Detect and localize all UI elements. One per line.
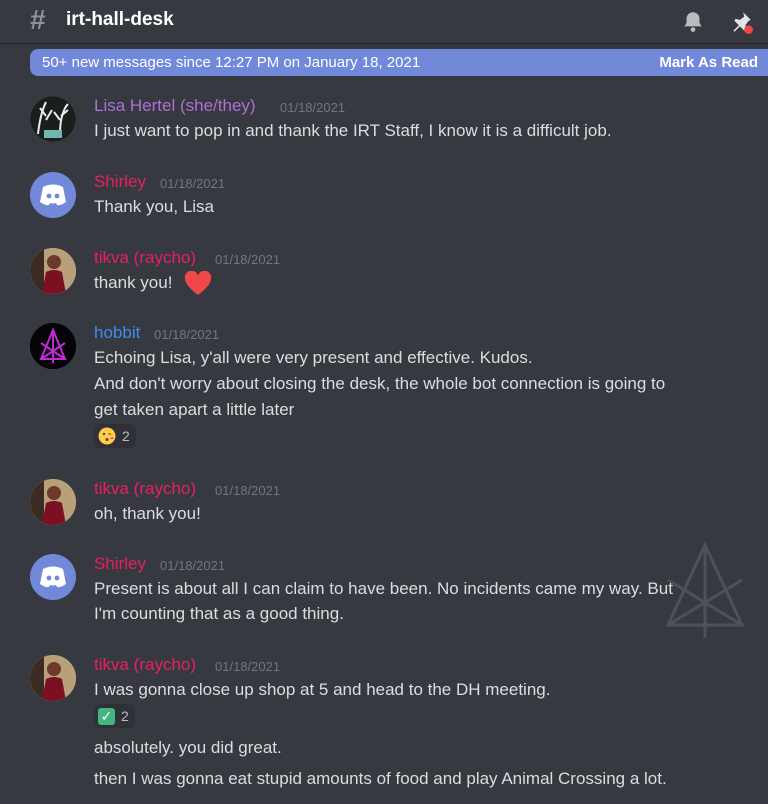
hash-icon: #: [30, 4, 46, 35]
author-name[interactable]: Shirley: [94, 172, 146, 192]
message-text: I was gonna close up shop at 5 and head …: [94, 680, 551, 699]
author-name[interactable]: tikva (raycho): [94, 479, 196, 499]
message-text: Present is about all I can claim to have…: [94, 579, 673, 598]
reaction-count: 2: [121, 708, 129, 724]
message-text: then I was gonna eat stupid amounts of f…: [94, 769, 667, 788]
avatar[interactable]: [30, 479, 76, 525]
timestamp: 01/18/2021: [160, 176, 226, 191]
discord-logo-avatar[interactable]: [30, 172, 76, 218]
kissing-face-emoji-icon: [98, 427, 116, 445]
author-name[interactable]: hobbit: [94, 323, 140, 343]
check-mark-emoji-icon: ✓: [98, 707, 115, 725]
banner-text: 50+ new messages since 12:27 PM on Janua…: [42, 54, 421, 71]
message-text: And don't worry about closing the desk, …: [94, 374, 666, 393]
channel-header: # irt-hall-desk: [0, 0, 768, 44]
message-text: get taken apart a little later: [94, 400, 295, 419]
author-name[interactable]: tikva (raycho): [94, 248, 196, 268]
timestamp: 01/18/2021: [215, 252, 281, 267]
timestamp: 01/18/2021: [160, 558, 226, 573]
watermark-logo-icon: [665, 541, 745, 638]
author-name[interactable]: Shirley: [94, 554, 146, 574]
message-text: absolutely. you did great.: [94, 738, 282, 757]
avatar[interactable]: [30, 323, 76, 369]
pin-icon[interactable]: [728, 9, 754, 35]
channel-name: irt-hall-desk: [66, 9, 174, 30]
avatar[interactable]: [30, 655, 76, 701]
message-text: I just want to pop in and thank the IRT …: [94, 121, 612, 140]
discord-logo-avatar[interactable]: [30, 554, 76, 600]
message-text: thank you!: [94, 273, 173, 292]
message-text: I'm counting that as a good thing.: [94, 604, 344, 623]
timestamp: 01/18/2021: [215, 483, 281, 498]
avatar[interactable]: [30, 96, 76, 142]
new-messages-banner[interactable]: 50+ new messages since 12:27 PM on Janua…: [30, 49, 768, 76]
timestamp: 01/18/2021: [154, 327, 220, 342]
message-text: Thank you, Lisa: [94, 197, 215, 216]
author-name[interactable]: Lisa Hertel (she/they): [94, 96, 256, 116]
author-name[interactable]: tikva (raycho): [94, 655, 196, 675]
timestamp: 01/18/2021: [215, 659, 281, 674]
reaction-button[interactable]: 2: [94, 424, 136, 448]
avatar[interactable]: [30, 248, 76, 294]
heart-emoji-icon: [184, 271, 212, 295]
mark-as-read-button[interactable]: Mark As Read: [659, 49, 758, 76]
bell-icon[interactable]: [680, 9, 706, 35]
reaction-count: 2: [122, 428, 130, 444]
message-text: oh, thank you!: [94, 504, 201, 523]
message-text: Echoing Lisa, y'all were very present an…: [94, 348, 533, 367]
reaction-button[interactable]: ✓ 2: [94, 704, 135, 728]
timestamp: 01/18/2021: [280, 100, 346, 115]
